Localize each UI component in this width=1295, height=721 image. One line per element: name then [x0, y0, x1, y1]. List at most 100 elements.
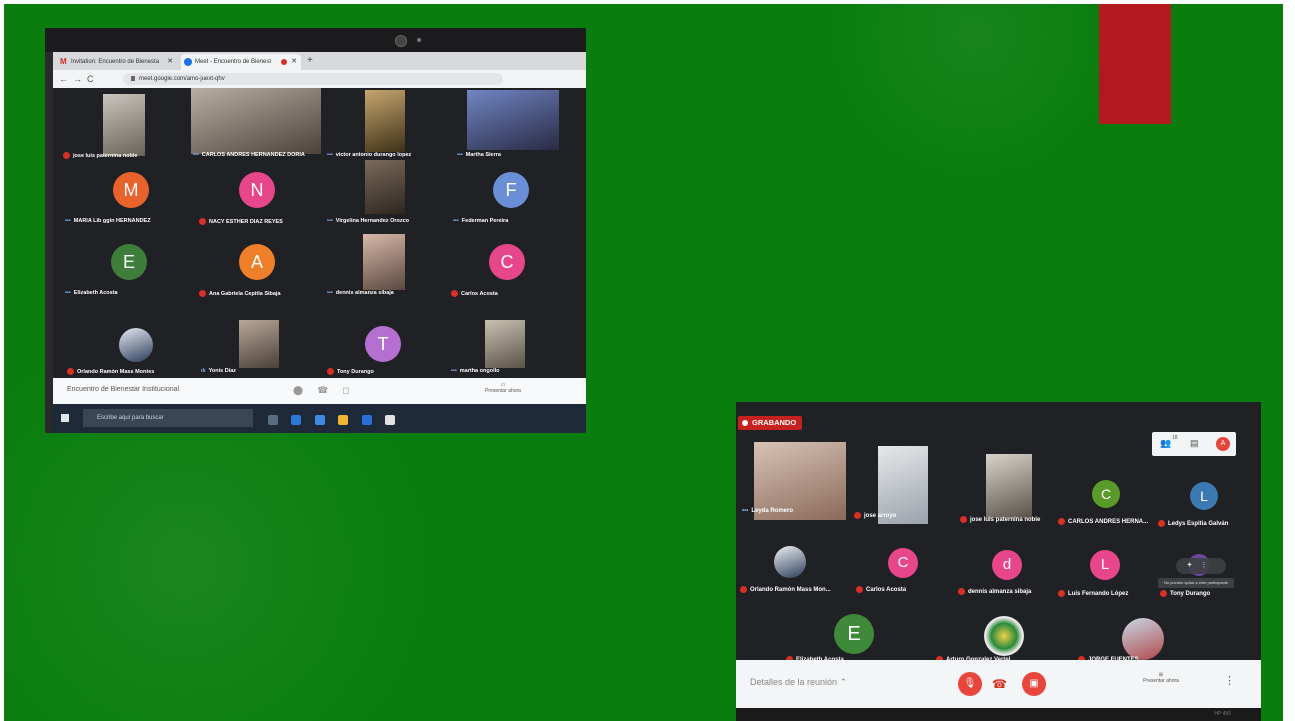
taskbar-apps: [268, 412, 404, 430]
participant-name: ••• Federman Pereira: [453, 218, 509, 224]
participant-name: dennis almanza sibaja: [958, 588, 1031, 595]
present-now-button[interactable]: ⊞ Presentar ahora: [1141, 672, 1181, 684]
avatar: N: [239, 172, 275, 208]
meet-photo-2: GRABANDO 👥 18 ▤ A ••• Leyda Romero jose a…: [736, 402, 1261, 721]
participant-video: [191, 88, 321, 154]
participant-name: Tony Durango: [327, 368, 374, 375]
avatar: F: [493, 172, 529, 208]
mic-off-icon: [1160, 590, 1167, 597]
avatar: C: [888, 548, 918, 578]
avatar: L: [1090, 550, 1120, 580]
mic-off-icon: [63, 152, 70, 159]
store-icon[interactable]: [314, 415, 325, 425]
tooltip: No puedes quitar a este participante: [1158, 578, 1234, 588]
laptop-bezel-bottom: HP 450: [736, 708, 1261, 721]
participant-name: Ledys Espitia Galván: [1158, 520, 1228, 527]
chat-icon[interactable]: ▤: [1190, 438, 1199, 449]
close-icon[interactable]: ✕: [291, 54, 297, 70]
participant-name: CARLOS ANDRES HERNA...: [1058, 518, 1148, 525]
participant-name: Carlos Acosta: [451, 290, 498, 297]
meet-icon: [184, 58, 192, 66]
nav-buttons[interactable]: ←→C: [59, 70, 99, 88]
new-tab-plus-icon[interactable]: +: [307, 52, 313, 70]
mic-off-icon: [854, 512, 861, 519]
webcam-light: [417, 38, 421, 42]
windows-taskbar: Escribe aquí para buscar: [53, 404, 586, 433]
address-bar: ←→C meet.google.com/amo-juext-qhv: [53, 70, 586, 88]
more-options-icon[interactable]: ⋮: [1224, 674, 1235, 687]
mic-off-button[interactable]: 🎙: [958, 672, 982, 696]
recording-badge: GRABANDO: [738, 416, 803, 430]
participant-video: [239, 320, 279, 368]
participant-name: Orlando Ramón Mass Mon...: [740, 586, 831, 593]
meet-bottom-bar-2: Detalles de la reunión ⌃ 🎙 ☎ ▣ ⊞ Presenta…: [736, 660, 1261, 708]
participant-name: jose arroyo: [854, 512, 896, 519]
participant-name: Tony Durango: [1160, 590, 1210, 597]
present-now-button[interactable]: ▭ Presentar ahora: [473, 382, 533, 394]
participant-name: Carlos Acosta: [856, 586, 906, 593]
tile-hover-controls[interactable]: ✦⋮: [1176, 558, 1226, 574]
laptop-bezel: [45, 28, 586, 52]
meet-participant-grid-2: GRABANDO 👥 18 ▤ A ••• Leyda Romero jose a…: [736, 402, 1261, 663]
end-call-icon[interactable]: ☎: [992, 672, 1007, 696]
url-text: meet.google.com/amo-juext-qhv: [139, 76, 225, 82]
participant-name: NACY ESTHER DIAZ REYES: [199, 218, 283, 225]
participant-video: [467, 90, 559, 150]
mic-off-icon: [1058, 590, 1065, 597]
participant-photo: [774, 546, 806, 578]
chrome-icon[interactable]: [385, 415, 396, 425]
participant-name: ••• MARIA Lib ggin HERNANDEZ: [65, 218, 151, 224]
avatar: A: [239, 244, 275, 280]
avatar: T: [365, 326, 401, 362]
avatar: C: [489, 244, 525, 280]
mic-off-icon: [1158, 520, 1165, 527]
browser-tab-meet[interactable]: Meet - Encuentro de Bienest ✕: [181, 54, 301, 70]
participant-name: ••• Martha Sierra: [457, 152, 501, 158]
mic-off-icon: [1058, 518, 1065, 525]
participant-video: [103, 94, 145, 156]
meeting-name[interactable]: Encuentro de Bienestar Institucional: [67, 386, 179, 393]
tab-label: Invitation: Encuentro de Bienesta: [71, 59, 160, 65]
windows-start-icon[interactable]: [61, 414, 69, 422]
slide-background: M Invitation: Encuentro de Bienesta ✕ Me…: [4, 4, 1283, 721]
mic-off-icon: [856, 586, 863, 593]
camera-off-button[interactable]: ▣: [1022, 672, 1046, 696]
self-avatar[interactable]: A: [1216, 437, 1230, 451]
participant-name: ••• Leyda Romero: [742, 508, 793, 514]
participant-photo: [1122, 618, 1164, 660]
participant-video: [365, 90, 405, 152]
meeting-details-button[interactable]: Detalles de la reunión ⌃: [750, 677, 847, 688]
url-field[interactable]: meet.google.com/amo-juext-qhv: [123, 73, 503, 85]
avatar: C: [1092, 480, 1120, 508]
gmail-icon: M: [60, 57, 67, 66]
webcam-icon: [395, 35, 407, 47]
browser-tab-gmail[interactable]: M Invitation: Encuentro de Bienesta ✕: [57, 54, 177, 70]
lock-icon: [131, 75, 135, 81]
mic-off-icon: [960, 516, 967, 523]
meet-photo-1: M Invitation: Encuentro de Bienesta ✕ Me…: [45, 28, 586, 433]
people-icon[interactable]: 👥: [1160, 438, 1171, 449]
mic-off-icon: [67, 368, 74, 375]
mail-icon[interactable]: [361, 415, 372, 425]
edge-icon[interactable]: [291, 415, 302, 425]
taskbar-search[interactable]: Escribe aquí para buscar: [83, 409, 253, 427]
explorer-icon[interactable]: [338, 415, 349, 425]
meet-participant-grid: jose luis paternina noble ••• CARLOS ANDR…: [53, 88, 586, 378]
call-controls[interactable]: ⬤☎◻: [293, 385, 364, 396]
avatar: M: [113, 172, 149, 208]
participant-name: ••• victor antonio durango lopez: [327, 152, 412, 158]
mic-off-icon: [740, 586, 747, 593]
participant-name: ••• martha ongollo: [451, 368, 500, 374]
participant-name: ••• dennis almanza sibaja: [327, 290, 394, 296]
meet-top-right-controls: 👥 18 ▤ A: [1152, 432, 1236, 456]
close-icon[interactable]: ✕: [167, 54, 173, 70]
participant-video: [363, 234, 405, 290]
task-view-icon[interactable]: [268, 415, 278, 425]
participant-count: 18: [1172, 435, 1178, 441]
participant-photo: [119, 328, 153, 362]
crest-icon: [984, 616, 1024, 656]
avatar: E: [111, 244, 147, 280]
laptop-brand: HP 450: [1214, 711, 1231, 717]
meet-bottom-bar: Encuentro de Bienestar Institucional ⬤☎◻…: [53, 378, 586, 404]
mic-off-icon: [327, 368, 334, 375]
